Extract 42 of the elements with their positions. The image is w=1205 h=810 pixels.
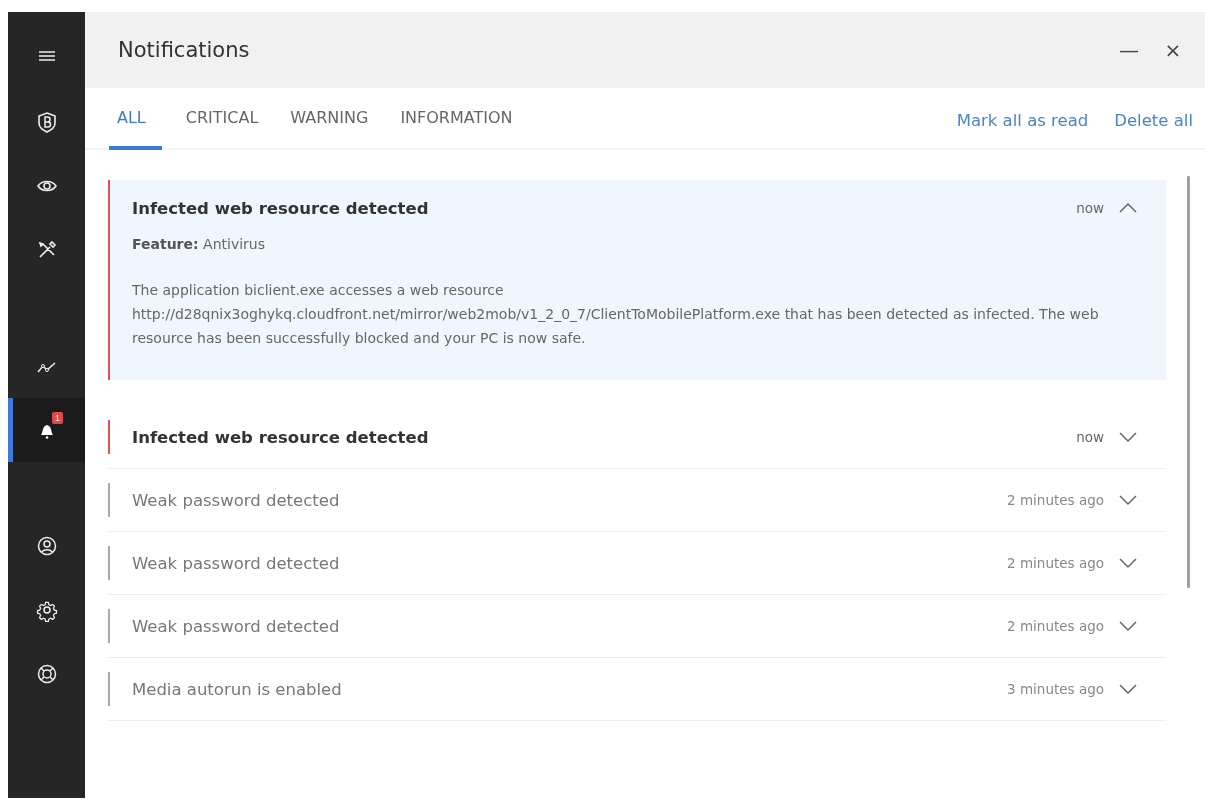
expand-toggle[interactable] (1118, 430, 1140, 444)
expand-toggle[interactable] (1118, 556, 1140, 570)
chevron-down-icon (1118, 683, 1138, 695)
scrollbar[interactable] (1187, 176, 1190, 588)
notification-title: Weak password detected (132, 490, 341, 510)
chevron-down-icon (1118, 494, 1138, 506)
lifebuoy-icon (36, 664, 57, 684)
count-badge: 1 (52, 412, 63, 424)
close-button[interactable]: × (1151, 30, 1195, 70)
settings-icon (36, 600, 57, 620)
expand-toggle[interactable] (1118, 493, 1140, 507)
notification-message: The application biclient.exe accesses a web resource http://d28qnix3oghykq.cloudfront.net/mirror/web2mob/v1_2_0_7/ClientToMobilePlatform.exe that has been detected as infected. The web resource has been successfully blocked and your PC is now safe. (132, 281, 1100, 348)
tools-icon (36, 240, 57, 260)
filter-tab[interactable]: ALL (109, 88, 162, 150)
notification-title: Weak password detected (132, 553, 341, 573)
filter-tab[interactable]: CRITICAL (177, 88, 267, 150)
shield-icon (36, 112, 57, 132)
notification-time: 2 minutes ago (1007, 618, 1104, 634)
chevron-down-icon (1118, 620, 1138, 632)
notification-time: 2 minutes ago (1007, 555, 1104, 571)
filter-tab[interactable]: INFORMATION (392, 88, 521, 150)
user-icon (36, 536, 57, 556)
filter-tab[interactable]: WARNING (282, 88, 377, 150)
notification-title: Infected web resource detected (132, 427, 430, 447)
sidebar-item[interactable]: 1 (8, 398, 85, 462)
expand-toggle[interactable] (1118, 682, 1140, 696)
chevron-down-icon (1118, 557, 1138, 569)
chevron-down-icon (1118, 431, 1138, 443)
notification-title: Media autorun is enabled (132, 679, 343, 699)
notification-time: now (1076, 429, 1104, 445)
notification-time: now (1076, 200, 1104, 216)
notification-title: Weak password detected (132, 616, 341, 636)
chevron-up-icon (1118, 202, 1138, 214)
expand-toggle[interactable] (1118, 619, 1140, 633)
feature-label: Feature: Antivirus (132, 236, 266, 252)
minimize-button[interactable]: — (1107, 30, 1151, 70)
delete-all-link[interactable]: Delete all (1114, 110, 1193, 130)
mark-read-link[interactable]: Mark all as read (956, 110, 1089, 130)
notification-time: 2 minutes ago (1007, 492, 1104, 508)
notification-title: Infected web resource detected (132, 198, 430, 218)
window-title: Notifications (118, 38, 251, 62)
notification-time: 3 minutes ago (1007, 681, 1104, 697)
